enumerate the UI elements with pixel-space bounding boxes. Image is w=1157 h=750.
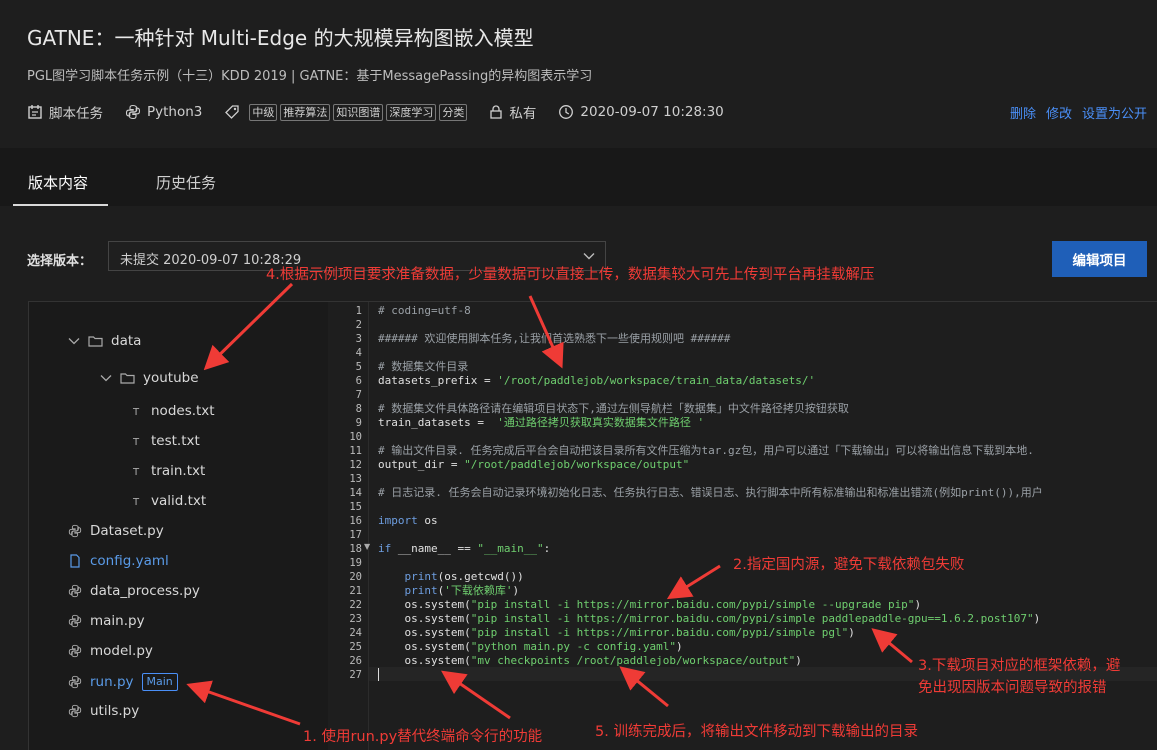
arrow-to-pip-source bbox=[666, 564, 721, 600]
arrow-to-main-py-line bbox=[441, 670, 511, 720]
arrow-to-framework bbox=[871, 628, 913, 664]
annotation-arrows bbox=[186, 282, 913, 726]
annotation-2: 2.指定国内源，避免下载依赖包失败 bbox=[733, 557, 965, 573]
arrow-to-youtube bbox=[203, 282, 294, 371]
arrow-to-datasets bbox=[528, 295, 564, 369]
arrow-to-run-py bbox=[186, 680, 301, 726]
annotation-4: 4.根据示例项目要求准备数据，少量数据可以直接上传，数据集较大可先上传到平台再挂… bbox=[266, 267, 875, 283]
annotation-1: 1. 使用run.py替代终端命令行的功能 bbox=[303, 729, 543, 745]
annotation-5: 5. 训练完成后，将输出文件移动到下载输出的目录 bbox=[595, 724, 918, 740]
annotation-3-line1: 3.下载项目对应的框架依赖，避 bbox=[918, 658, 1121, 674]
annotation-3-line2: 免出现因版本问题导致的报错 bbox=[918, 680, 1107, 696]
arrow-to-mv-line bbox=[619, 666, 669, 708]
